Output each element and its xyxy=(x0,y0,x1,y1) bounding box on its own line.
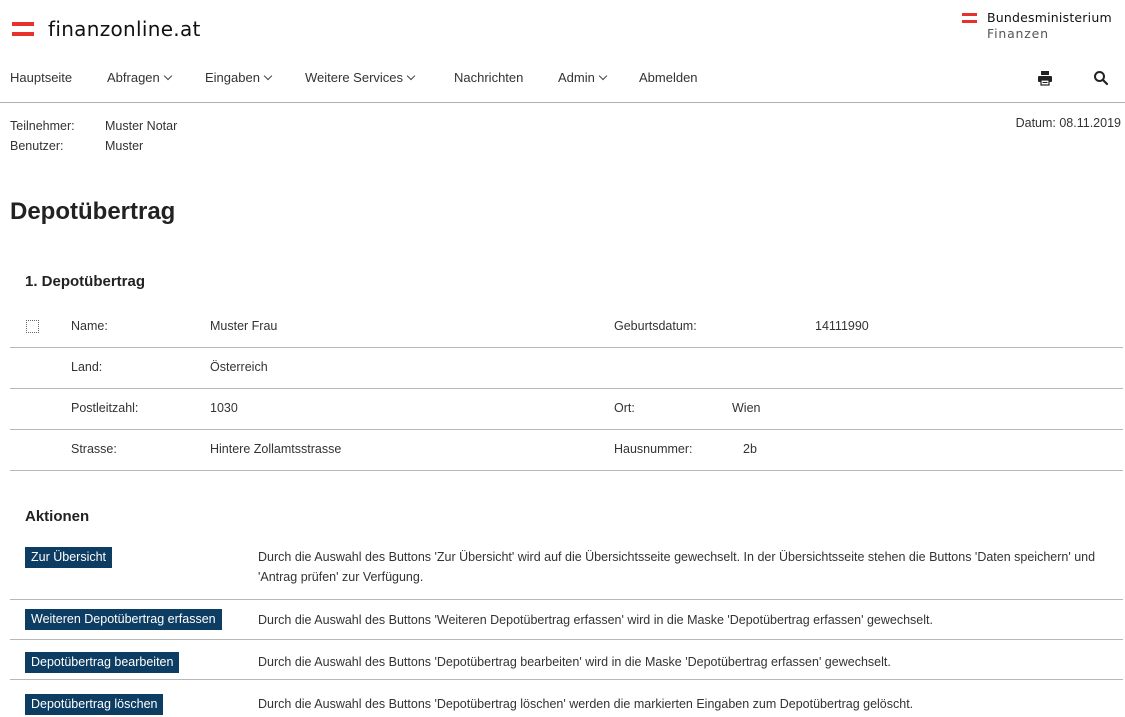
participant-value: Muster Notar xyxy=(105,119,178,133)
record-row-street: Strasse: Hintere Zollamtsstrasse Hausnum… xyxy=(10,430,1123,471)
participant-label: Teilnehmer: xyxy=(10,119,75,133)
nav-item-nachrichten[interactable]: Nachrichten xyxy=(454,70,523,85)
chevron-down-icon xyxy=(263,71,273,81)
country-label: Land: xyxy=(71,360,103,374)
country-value: Österreich xyxy=(210,360,268,374)
ministry-line1: Bundesministerium xyxy=(987,10,1112,25)
logo-text: finanzonline.at xyxy=(48,17,201,41)
nav-item-abmelden[interactable]: Abmelden xyxy=(639,70,698,85)
action-row-delete: Depotübertrag löschen Durch die Auswahl … xyxy=(10,680,1123,717)
record-row-zip: Postleitzahl: 1030 Ort: Wien xyxy=(10,389,1123,430)
edit-transfer-button[interactable]: Depotübertrag bearbeiten xyxy=(25,652,180,673)
house-number-label: Hausnummer: xyxy=(614,442,693,456)
action-row-add: Weiteren Depotübertrag erfassen Durch di… xyxy=(10,600,1123,640)
nav-item-label: Eingaben xyxy=(205,70,260,85)
add-transfer-description: Durch die Auswahl des Buttons 'Weiteren … xyxy=(258,613,933,627)
nav-item-weitere-services[interactable]: Weitere Services xyxy=(305,70,416,85)
overview-button[interactable]: Zur Übersicht xyxy=(25,547,113,568)
record-row-country: Land: Österreich xyxy=(10,348,1123,389)
ministry-logo: Bundesministerium Finanzen xyxy=(962,10,1112,42)
ministry-line2: Finanzen xyxy=(987,26,1049,41)
street-label: Strasse: xyxy=(71,442,117,456)
edit-transfer-description: Durch die Auswahl des Buttons 'Depotüber… xyxy=(258,655,891,669)
actions-title: Aktionen xyxy=(25,508,90,525)
street-value: Hintere Zollamtsstrasse xyxy=(210,442,342,456)
chevron-down-icon xyxy=(163,71,173,81)
nav-item-label: Nachrichten xyxy=(454,70,524,85)
finanzonline-logo[interactable]: finanzonline.at xyxy=(12,17,201,41)
chevron-down-icon xyxy=(598,71,608,81)
section-title: 1. Depotübertrag xyxy=(25,273,146,290)
city-label: Ort: xyxy=(614,401,635,415)
overview-description: Durch die Auswahl des Buttons 'Zur Übers… xyxy=(258,550,1096,584)
user-row: Benutzer: Muster xyxy=(10,136,177,156)
ministry-text: Bundesministerium Finanzen xyxy=(987,10,1112,42)
delete-transfer-description: Durch die Auswahl des Buttons 'Depotüber… xyxy=(258,697,914,711)
nav-item-label: Hauptseite xyxy=(10,70,73,85)
birthdate-value: 14111990 xyxy=(815,319,869,333)
search-icon[interactable] xyxy=(1093,70,1111,86)
austria-flag-icon xyxy=(962,13,977,23)
date-display: Datum: 08.11.2019 xyxy=(1015,116,1121,130)
nav-item-eingaben[interactable]: Eingaben xyxy=(205,70,273,85)
delete-transfer-button[interactable]: Depotübertrag löschen xyxy=(25,694,164,715)
name-value: Muster Frau xyxy=(210,319,278,333)
nav-item-label: Abfragen xyxy=(107,70,160,85)
add-transfer-button[interactable]: Weiteren Depotübertrag erfassen xyxy=(25,609,222,630)
nav-item-admin[interactable]: Admin xyxy=(558,70,608,85)
record-row-name: Name: Muster Frau Geburtsdatum: 14111990 xyxy=(10,307,1123,348)
austria-flag-icon xyxy=(12,22,34,36)
user-value: Muster xyxy=(105,139,144,153)
nav-item-abfragen[interactable]: Abfragen xyxy=(107,70,173,85)
action-row-edit: Depotübertrag bearbeiten Durch die Auswa… xyxy=(10,640,1123,680)
nav-item-label: Weitere Services xyxy=(305,70,404,85)
chevron-down-icon xyxy=(406,71,416,81)
user-label: Benutzer: xyxy=(10,139,64,153)
house-number-value: 2b xyxy=(743,442,757,456)
zip-value: 1030 xyxy=(210,401,238,415)
zip-label: Postleitzahl: xyxy=(71,401,139,415)
session-info: Teilnehmer: Muster Notar Benutzer: Muster xyxy=(10,116,177,156)
nav-item-hauptseite[interactable]: Hauptseite xyxy=(10,70,72,85)
participant-row: Teilnehmer: Muster Notar xyxy=(10,116,177,136)
nav-item-label: Admin xyxy=(558,70,595,85)
birthdate-label: Geburtsdatum: xyxy=(614,319,697,333)
select-checkbox[interactable] xyxy=(26,320,39,333)
main-nav: Hauptseite Abfragen Eingaben Weitere Ser… xyxy=(0,64,1125,103)
city-value: Wien xyxy=(732,401,761,415)
page-title: Depotübertrag xyxy=(10,198,176,225)
print-icon[interactable] xyxy=(1037,70,1055,86)
nav-item-label: Abmelden xyxy=(639,70,698,85)
name-label: Name: xyxy=(71,319,108,333)
action-row-overview: Zur Übersicht Durch die Auswahl des Butt… xyxy=(10,541,1123,600)
